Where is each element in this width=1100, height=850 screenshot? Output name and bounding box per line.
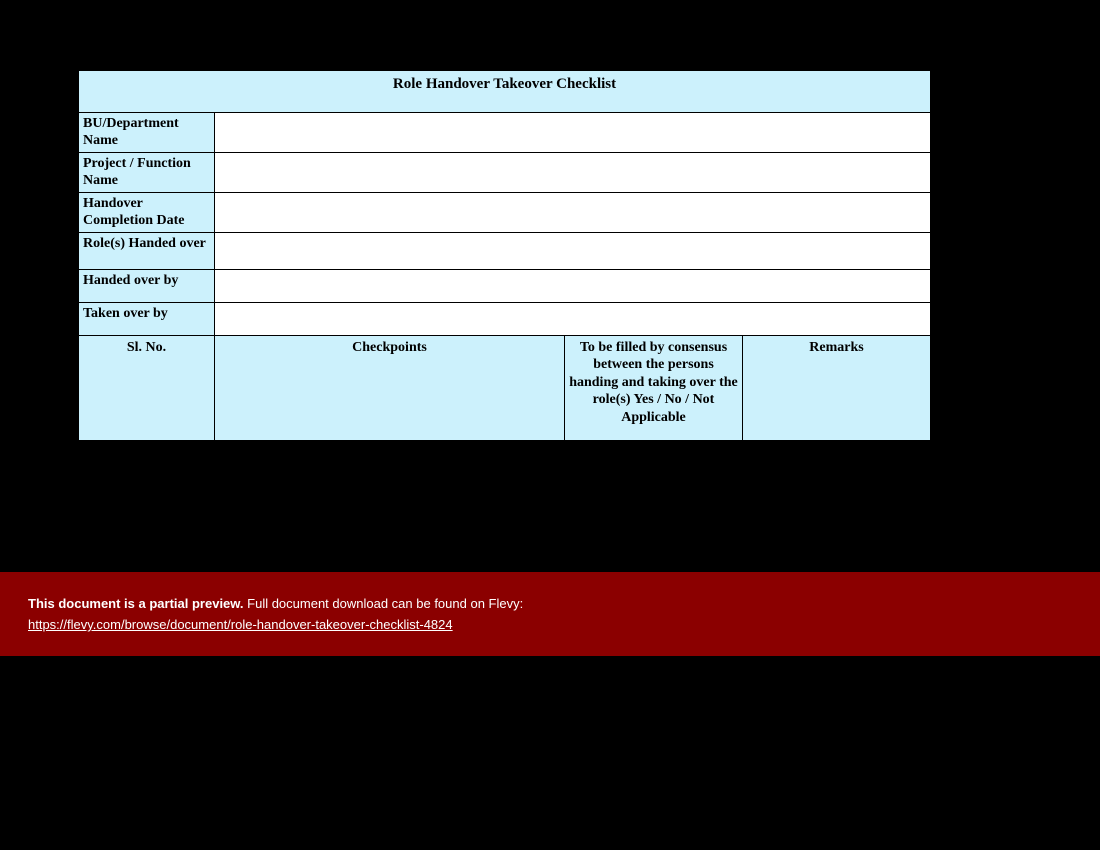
info-row-handed-by: Handed over by xyxy=(79,269,931,302)
info-row-handover-date: Handover Completion Date xyxy=(79,192,931,232)
value-bu-department[interactable] xyxy=(215,112,931,152)
col-checkpoints: Checkpoints xyxy=(215,335,565,441)
banner-line1: This document is a partial preview. Full… xyxy=(28,596,1072,611)
value-roles-handed[interactable] xyxy=(215,232,931,269)
banner-line2: https://flevy.com/browse/document/role-h… xyxy=(28,617,1072,632)
info-row-bu-department: BU/Department Name xyxy=(79,112,931,152)
info-row-taken-by: Taken over by xyxy=(79,302,931,335)
info-row-project-function: Project / Function Name xyxy=(79,152,931,192)
column-headers: Sl. No. Checkpoints To be filled by cons… xyxy=(79,335,931,441)
col-consensus: To be filled by consensus between the pe… xyxy=(565,335,743,441)
value-handover-date[interactable] xyxy=(215,192,931,232)
label-project-function: Project / Function Name xyxy=(79,152,215,192)
label-taken-by: Taken over by xyxy=(79,302,215,335)
value-taken-by[interactable] xyxy=(215,302,931,335)
label-bu-department: BU/Department Name xyxy=(79,112,215,152)
checklist-table: Role Handover Takeover Checklist BU/Depa… xyxy=(78,70,931,441)
col-remarks: Remarks xyxy=(743,335,931,441)
preview-banner: This document is a partial preview. Full… xyxy=(0,572,1100,656)
banner-link[interactable]: https://flevy.com/browse/document/role-h… xyxy=(28,617,453,632)
label-roles-handed: Role(s) Handed over xyxy=(79,232,215,269)
label-handed-by: Handed over by xyxy=(79,269,215,302)
col-sl-no: Sl. No. xyxy=(79,335,215,441)
value-project-function[interactable] xyxy=(215,152,931,192)
banner-bold: This document is a partial preview. xyxy=(28,596,244,611)
info-row-roles-handed: Role(s) Handed over xyxy=(79,232,931,269)
banner-rest: Full document download can be found on F… xyxy=(244,596,524,611)
value-handed-by[interactable] xyxy=(215,269,931,302)
label-handover-date: Handover Completion Date xyxy=(79,192,215,232)
document-title: Role Handover Takeover Checklist xyxy=(79,71,931,113)
title-row: Role Handover Takeover Checklist xyxy=(79,71,931,113)
